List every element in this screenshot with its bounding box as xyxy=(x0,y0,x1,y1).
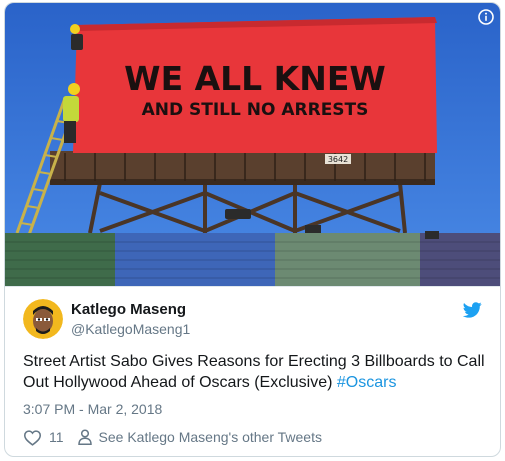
other-tweets-link[interactable]: See Katlego Maseng's other Tweets xyxy=(77,429,322,445)
photo-divider xyxy=(5,286,500,287)
tweet-text: Street Artist Sabo Gives Reasons for Ere… xyxy=(23,351,488,393)
billboard-photo: WE ALL KNEW AND STILL NO ARRESTS 3642 xyxy=(5,3,500,286)
info-icon[interactable] xyxy=(478,9,494,25)
billboard-subline: AND STILL NO ARRESTS xyxy=(142,100,369,120)
hashtag-link[interactable]: #Oscars xyxy=(337,374,397,391)
tweet-body: Street Artist Sabo Gives Reasons for Ere… xyxy=(23,353,485,391)
tweet-timestamp[interactable]: 3:07 PM - Mar 2, 2018 xyxy=(23,401,162,417)
tweet-actions: 11 See Katlego Maseng's other Tweets xyxy=(23,427,322,447)
billboard-number: 3642 xyxy=(328,155,348,164)
tweet-card: WE ALL KNEW AND STILL NO ARRESTS 3642 Ka… xyxy=(4,2,501,457)
heart-icon xyxy=(23,429,42,446)
author-handle[interactable]: @KatlegoMaseng1 xyxy=(71,321,190,337)
twitter-bird-icon[interactable] xyxy=(463,302,482,318)
avatar-cartoon-face-icon xyxy=(23,299,63,339)
like-count: 11 xyxy=(49,429,64,445)
person-icon xyxy=(77,429,92,445)
tweet-photo[interactable]: WE ALL KNEW AND STILL NO ARRESTS 3642 xyxy=(5,3,500,286)
like-button[interactable]: 11 xyxy=(23,429,64,446)
billboard-headline: WE ALL KNEW xyxy=(124,59,386,98)
other-tweets-label: See Katlego Maseng's other Tweets xyxy=(98,429,322,445)
avatar[interactable] xyxy=(23,299,63,339)
author-name[interactable]: Katlego Maseng xyxy=(71,301,186,318)
